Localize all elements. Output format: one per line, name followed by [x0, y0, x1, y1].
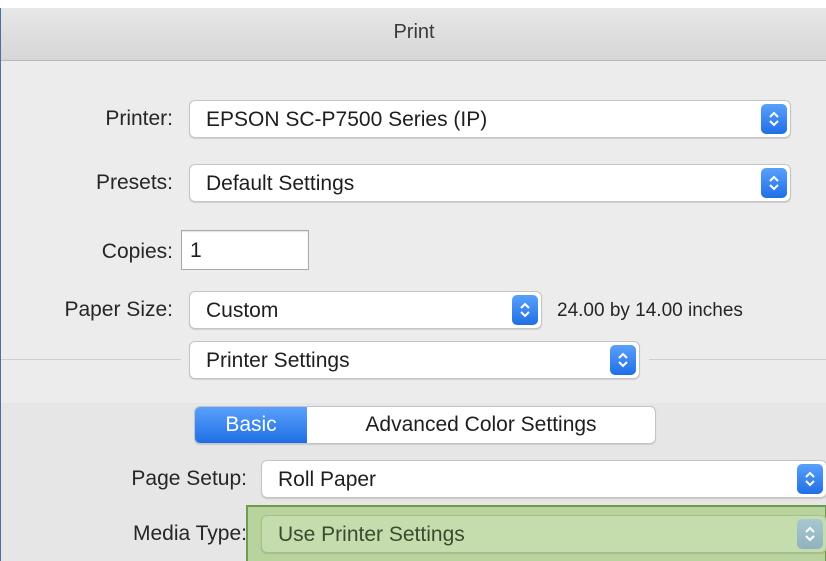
presets-label: Presets:: [95, 171, 173, 194]
title-bar[interactable]: Print: [1, 8, 826, 61]
popup-arrows-icon: [761, 104, 787, 134]
dialog-title: Print: [393, 21, 435, 43]
copies-value: 1: [190, 239, 202, 262]
popup-arrows-icon: [797, 519, 823, 549]
paper-size-value: Custom: [206, 299, 279, 322]
printer-popup[interactable]: EPSON SC-P7500 Series (IP): [189, 100, 791, 138]
popup-arrows-icon: [610, 345, 636, 375]
tab-basic[interactable]: Basic: [195, 407, 307, 443]
copies-label: Copies:: [101, 240, 173, 263]
separator-left: [1, 359, 181, 360]
popup-arrows-icon: [761, 168, 787, 198]
top-strip: [0, 0, 826, 8]
paper-size-popup[interactable]: Custom: [189, 291, 542, 329]
printer-label: Printer:: [105, 107, 173, 130]
print-dialog: Print Printer: EPSON SC-P7500 Series (IP…: [0, 8, 826, 561]
media-type-popup[interactable]: Use Printer Settings: [261, 515, 826, 553]
media-type-label: Media Type:: [132, 522, 247, 545]
paper-size-label: Paper Size:: [64, 298, 173, 321]
printer-value: EPSON SC-P7500 Series (IP): [206, 108, 488, 131]
presets-value: Default Settings: [206, 172, 355, 195]
presets-popup[interactable]: Default Settings: [189, 164, 791, 202]
page-setup-label: Page Setup:: [131, 467, 247, 490]
paper-dimensions: 24.00 by 14.00 inches: [557, 300, 743, 321]
popup-arrows-icon: [512, 295, 538, 325]
tab-advanced-color-settings[interactable]: Advanced Color Settings: [307, 407, 655, 443]
copies-field[interactable]: 1: [181, 230, 309, 270]
separator-right: [649, 359, 826, 360]
page-setup-value: Roll Paper: [278, 468, 377, 491]
panel-select-value: Printer Settings: [206, 349, 350, 372]
media-type-value: Use Printer Settings: [278, 523, 465, 546]
page-setup-popup[interactable]: Roll Paper: [261, 460, 826, 498]
panel-select-popup[interactable]: Printer Settings: [189, 341, 640, 379]
tab-control: Basic Advanced Color Settings: [194, 406, 656, 444]
popup-arrows-icon: [797, 464, 823, 494]
